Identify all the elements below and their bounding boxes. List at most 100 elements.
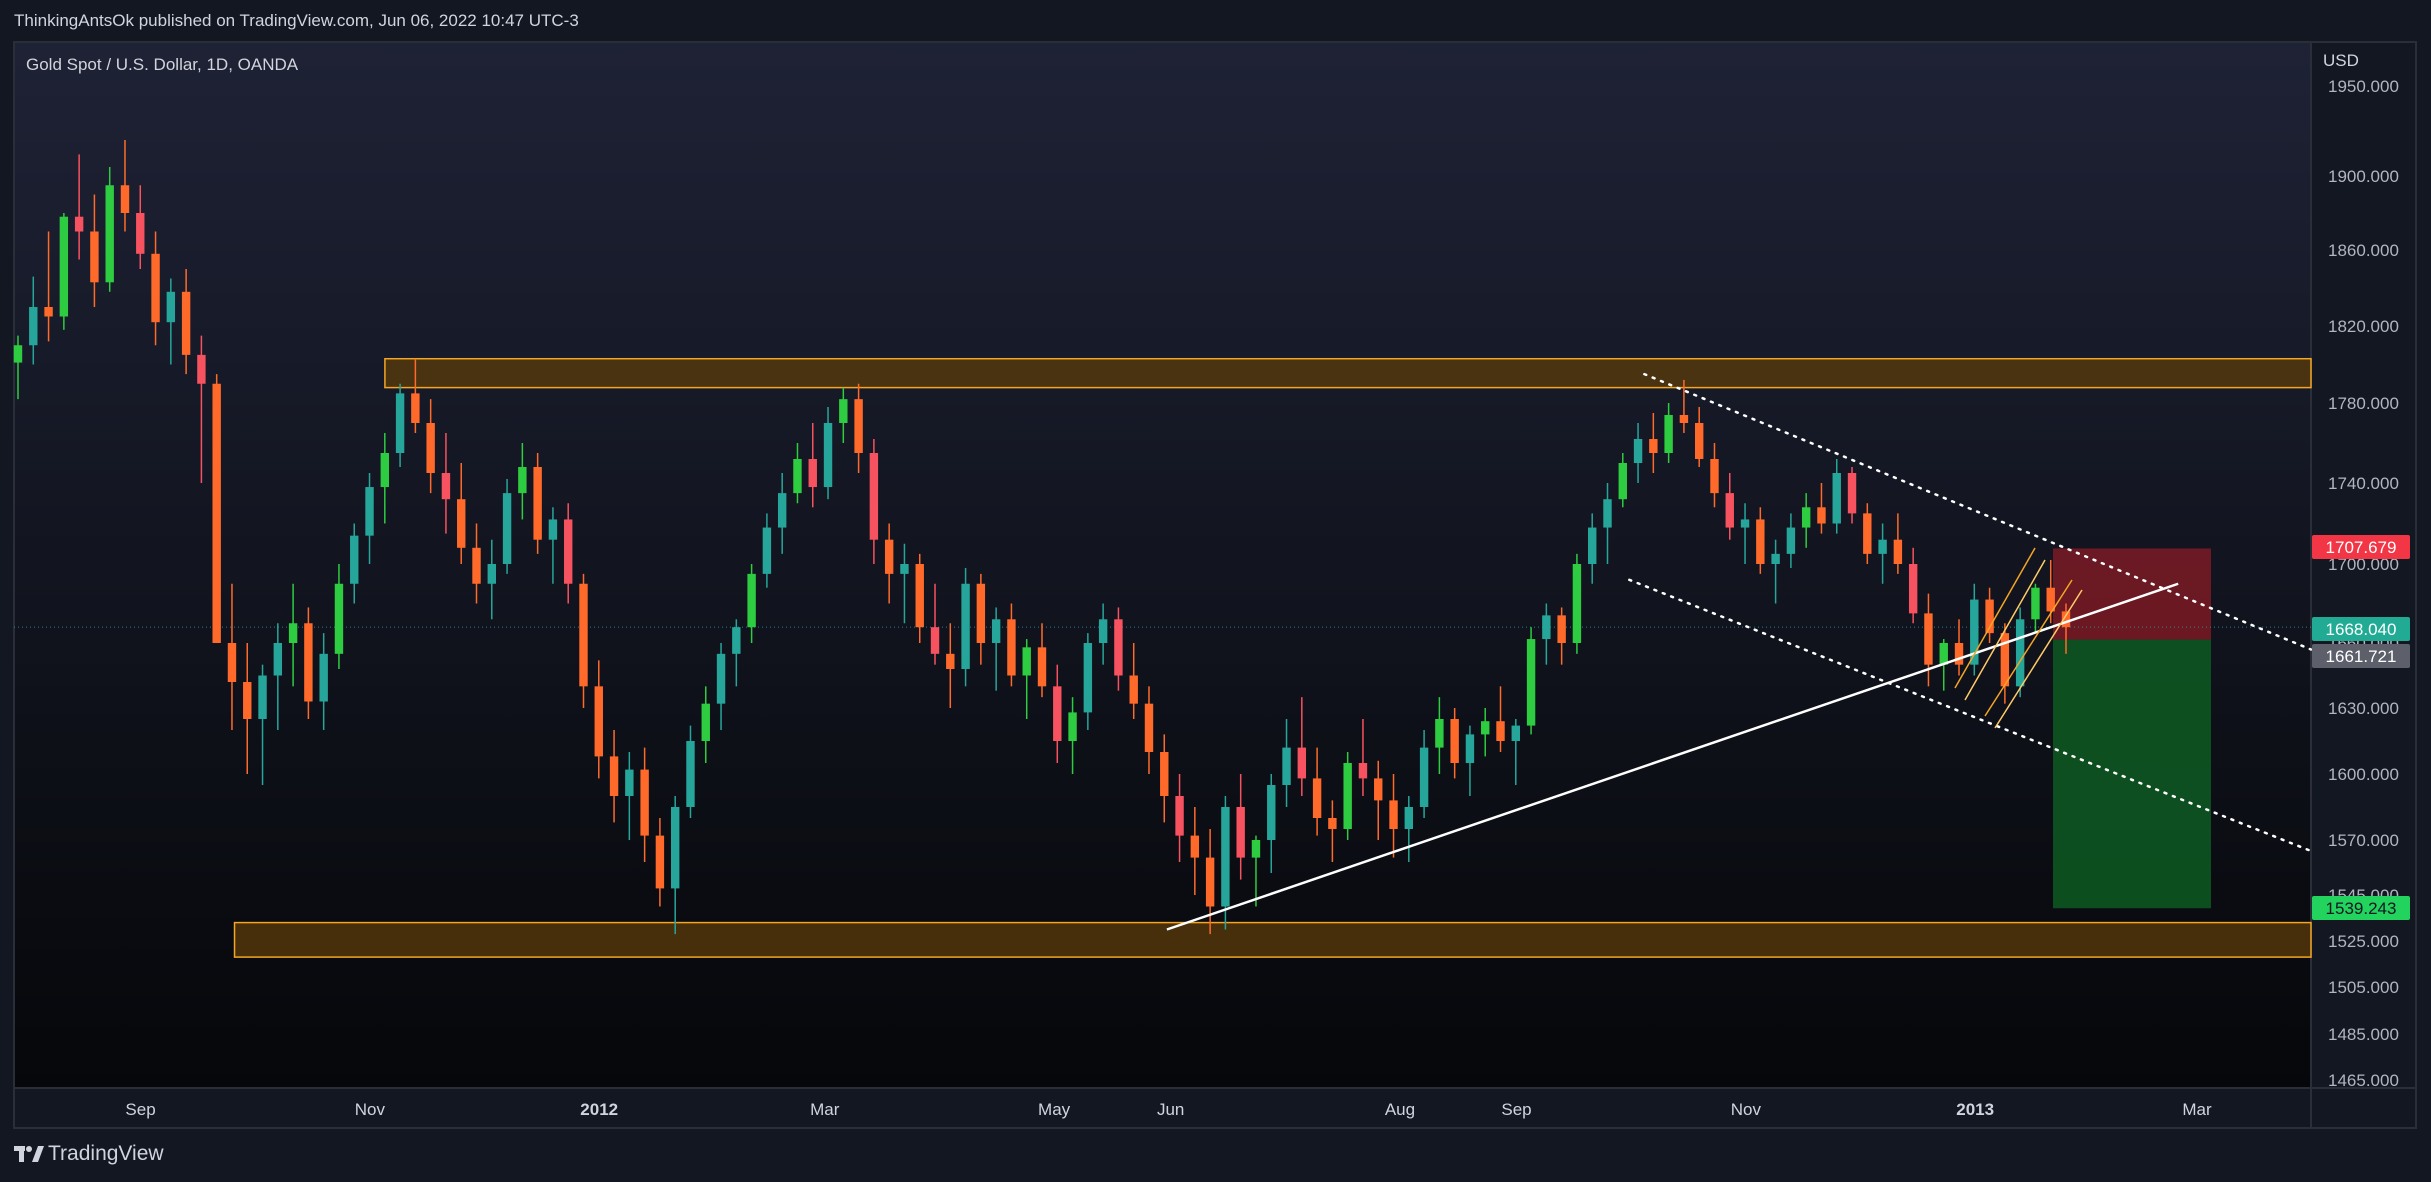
candle-body	[59, 216, 69, 317]
candle-body	[1481, 721, 1490, 735]
price-chart[interactable]: 1950.000 1900.000 1860.000 1820.000 1780.000…	[0, 0, 2431, 1182]
candle-body	[1053, 686, 1062, 741]
candle-body	[869, 453, 879, 540]
time-tick-label: 2012	[580, 1100, 618, 1119]
time-tick-label: 2013	[1956, 1100, 1994, 1119]
candle-body	[74, 216, 84, 232]
take-profit-zone	[2053, 639, 2211, 909]
candle	[1343, 752, 1352, 840]
candle-body	[1312, 778, 1322, 818]
candle-body	[1114, 619, 1123, 676]
candle-body	[1205, 857, 1215, 907]
candle-body	[1358, 763, 1368, 779]
candle-body	[1129, 675, 1138, 704]
candle-body	[1801, 507, 1811, 528]
candle-body	[2015, 619, 2025, 687]
candle-body	[1450, 719, 1459, 763]
candle-body	[29, 307, 38, 346]
candle-body	[2031, 587, 2040, 620]
price-tick-label: 1820.000	[2328, 317, 2399, 336]
candle-body	[808, 459, 817, 488]
candle-body	[1419, 747, 1429, 807]
time-tick-label: Sep	[1501, 1100, 1531, 1119]
candle-body	[212, 383, 221, 643]
candle-body	[1098, 619, 1108, 643]
candle-body	[502, 493, 512, 564]
candle-body	[1694, 423, 1704, 459]
candle-body	[1068, 712, 1077, 741]
candle-body	[1037, 647, 1047, 687]
candle-body	[44, 307, 53, 317]
candle-body	[1664, 415, 1673, 453]
support-zone	[233, 921, 2312, 958]
candle	[212, 374, 221, 643]
candle-body	[1175, 796, 1184, 836]
candle-body	[258, 675, 267, 719]
candle-body	[548, 519, 558, 540]
price-label-entry: 1661.721	[2312, 644, 2410, 668]
candle-body	[1863, 513, 1872, 554]
candle-body	[701, 703, 710, 741]
candle-body	[120, 185, 130, 213]
candle-body	[579, 583, 588, 687]
tradingview-chart-page: ThinkingAntsOk published on TradingView.…	[0, 0, 2431, 1182]
candle-body	[1190, 835, 1200, 858]
price-label-value: 1539.243	[2326, 899, 2397, 918]
candle-body	[1083, 643, 1093, 713]
candle-body	[518, 467, 527, 494]
price-tick-label: 1740.000	[2328, 474, 2399, 493]
candle	[502, 479, 512, 574]
candle-body	[105, 185, 114, 283]
price-tick-label: 1525.000	[2328, 932, 2399, 951]
candle-body	[411, 393, 420, 423]
candle-body	[365, 487, 374, 536]
candle-body	[197, 354, 206, 384]
footer-bar: TradingView	[0, 1130, 2431, 1182]
candle-body	[747, 573, 756, 628]
candle-body	[1343, 763, 1352, 829]
candle-body	[609, 756, 619, 796]
candle-body	[1740, 519, 1750, 528]
price-tick-label: 1630.000	[2328, 699, 2399, 718]
currency-label: USD	[2323, 51, 2359, 70]
candle-body	[1679, 415, 1689, 423]
candle-body	[1542, 615, 1551, 640]
candle-body	[670, 807, 680, 889]
candle-body	[457, 499, 466, 548]
candle-body	[1282, 747, 1291, 785]
candle-body	[1374, 778, 1383, 801]
candle-body	[1160, 752, 1169, 796]
candle-body	[1725, 493, 1734, 528]
candle-body	[930, 627, 940, 654]
time-tick-label: Mar	[810, 1100, 840, 1119]
candle-body	[1435, 719, 1444, 748]
tradingview-brand[interactable]: TradingView	[48, 1142, 164, 1166]
candle-body	[1251, 840, 1261, 858]
candle-body	[472, 547, 481, 584]
candle-body	[1144, 703, 1154, 752]
candle-body	[732, 627, 741, 654]
price-label-value: 1668.040	[2326, 620, 2397, 639]
candle-body	[1496, 721, 1505, 741]
candle-body	[1267, 785, 1276, 840]
candle-body	[1603, 499, 1612, 528]
candle	[533, 453, 542, 554]
candle-body	[1022, 647, 1031, 676]
candle-body	[1878, 539, 1887, 554]
price-tick-label: 1860.000	[2328, 241, 2399, 260]
candle	[961, 567, 970, 687]
price-tick-label: 1900.000	[2328, 167, 2399, 186]
candle-body	[884, 539, 894, 574]
time-tick-label: Jun	[1157, 1100, 1184, 1119]
time-tick-label: Sep	[125, 1100, 155, 1119]
candle-body	[900, 564, 909, 574]
candle-body	[1954, 643, 1964, 665]
tradingview-logo-icon[interactable]	[14, 1144, 44, 1166]
price-tick-label: 1570.000	[2328, 831, 2399, 850]
candle-body	[1328, 818, 1337, 829]
candle-body	[395, 393, 405, 453]
time-tick-label: Nov	[1731, 1100, 1762, 1119]
candle-body	[166, 291, 176, 323]
candle-body	[1572, 564, 1582, 643]
time-tick-label: Nov	[355, 1100, 386, 1119]
